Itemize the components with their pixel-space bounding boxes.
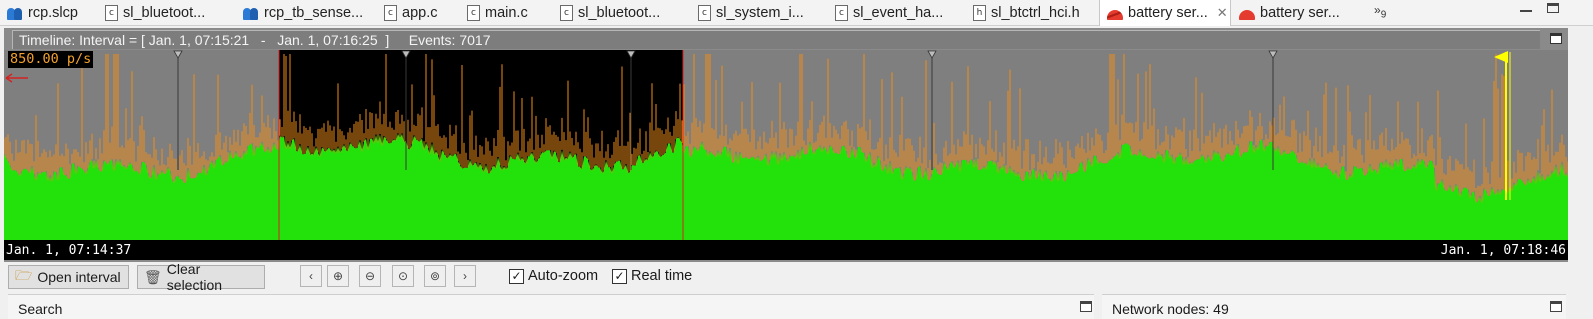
c-file-icon: c bbox=[560, 5, 573, 21]
maximize-icon[interactable] bbox=[1550, 33, 1562, 44]
trash-icon: 🗑 bbox=[144, 268, 162, 285]
open-interval-label: Open interval bbox=[37, 269, 121, 285]
tab-label: main.c bbox=[485, 5, 528, 21]
real-time-label: Real time bbox=[631, 268, 693, 284]
minimize-icon[interactable] bbox=[1520, 2, 1532, 12]
tab-main-c[interactable]: c main.c bbox=[460, 0, 550, 26]
auto-zoom-checkbox[interactable]: ✓ bbox=[509, 268, 524, 284]
rate-scale-label: 850.00 p/s bbox=[8, 51, 94, 68]
tab-label: sl_btctrl_hci.h bbox=[991, 5, 1080, 21]
axis-end-time: Jan. 1, 07:18:46 bbox=[1440, 243, 1566, 258]
folder-icon: 🗁 bbox=[15, 267, 33, 283]
chevron-right-icon: › bbox=[463, 269, 467, 283]
h-file-icon: h bbox=[973, 5, 986, 21]
timeline-plot[interactable] bbox=[4, 50, 1568, 240]
maximize-icon[interactable] bbox=[1547, 3, 1559, 13]
tab-overflow-count: 9 bbox=[1380, 9, 1387, 21]
timeline-toolbar: 🗁 Open interval 🗑 Clear selection ‹ ⊕ ⊖ … bbox=[0, 261, 1593, 293]
c-file-icon: c bbox=[835, 5, 848, 21]
tab-sl-event-handler[interactable]: c sl_event_ha... bbox=[828, 0, 962, 26]
zoom-in-button[interactable]: ⊕ bbox=[327, 265, 349, 287]
chevron-left-icon: ‹ bbox=[309, 269, 313, 283]
timeline-header: Timeline: Interval = [ Jan. 1, 07:15:21 … bbox=[12, 30, 1540, 49]
traffic-rate-graph[interactable] bbox=[4, 50, 1568, 240]
zoom-fit-icon: ⊙ bbox=[397, 269, 409, 283]
zoom-in-icon: ⊕ bbox=[332, 269, 344, 283]
tab-label: battery ser... bbox=[1260, 5, 1340, 21]
project-icon bbox=[243, 6, 259, 20]
maximize-icon[interactable] bbox=[1080, 301, 1092, 312]
tab-label: sl_bluetoot... bbox=[123, 5, 206, 21]
search-panel-title: Search bbox=[18, 301, 63, 317]
clear-selection-label: Clear selection bbox=[166, 261, 223, 293]
network-analyzer-icon bbox=[1107, 10, 1123, 20]
auto-zoom-label: Auto-zoom bbox=[528, 268, 599, 284]
tab-rcp-slcp[interactable]: rcp.slcp bbox=[0, 0, 98, 26]
zoom-out-button[interactable]: ⊖ bbox=[359, 265, 381, 287]
tab-sl-bluetooth-2[interactable]: c sl_bluetoot... bbox=[553, 0, 687, 26]
tab-sl-bluetooth-1[interactable]: c sl_bluetoot... bbox=[98, 0, 230, 26]
c-file-icon: c bbox=[698, 5, 711, 21]
c-file-icon: c bbox=[467, 5, 480, 21]
timeline-interval-text: Timeline: Interval = [ Jan. 1, 07:15:21 … bbox=[19, 32, 491, 48]
tab-label: battery ser... bbox=[1128, 5, 1208, 21]
zoom-selection-button[interactable]: ⊚ bbox=[424, 265, 446, 287]
project-icon bbox=[7, 6, 23, 20]
tab-label: rcp.slcp bbox=[28, 5, 78, 21]
zoom-fit-button[interactable]: ⊙ bbox=[392, 265, 414, 287]
zoom-selection-icon: ⊚ bbox=[429, 269, 441, 283]
maximize-icon[interactable] bbox=[1550, 301, 1562, 312]
tab-sl-btctrl-hci-h[interactable]: h sl_btctrl_hci.h bbox=[966, 0, 1094, 26]
auto-zoom-toggle[interactable]: ✓ Auto-zoom bbox=[509, 268, 598, 284]
network-analyzer-icon bbox=[1239, 10, 1255, 20]
tab-battery-service-active[interactable]: battery ser... ✕ bbox=[1099, 0, 1231, 26]
network-nodes-panel-header: Network nodes: 49 bbox=[1102, 294, 1566, 319]
search-panel-header: Search bbox=[8, 294, 1094, 319]
tab-battery-service[interactable]: battery ser... bbox=[1232, 0, 1364, 26]
open-interval-button[interactable]: 🗁 Open interval bbox=[8, 265, 129, 289]
tab-label: rcp_tb_sense... bbox=[264, 5, 364, 21]
tab-overflow-button[interactable]: »9 bbox=[1374, 3, 1386, 20]
c-file-icon: c bbox=[105, 5, 118, 21]
tab-label: sl_event_ha... bbox=[853, 5, 944, 21]
tab-label: app.c bbox=[402, 5, 438, 21]
tab-app-c[interactable]: c app.c bbox=[377, 0, 457, 26]
zoom-out-icon: ⊖ bbox=[364, 269, 376, 283]
editor-tab-strip: rcp.slcp c sl_bluetoot... rcp_tb_sense..… bbox=[0, 0, 1593, 26]
axis-start-time: Jan. 1, 07:14:37 bbox=[6, 243, 132, 258]
tab-label: sl_bluetoot... bbox=[578, 5, 661, 21]
c-file-icon: c bbox=[384, 5, 397, 21]
real-time-toggle[interactable]: ✓ Real time bbox=[612, 268, 692, 284]
tab-label: sl_system_i... bbox=[716, 5, 804, 21]
clear-selection-button[interactable]: 🗑 Clear selection bbox=[137, 261, 265, 293]
time-axis: Jan. 1, 07:14:37 Jan. 1, 07:18:46 bbox=[4, 240, 1568, 260]
scroll-left-button[interactable]: ‹ bbox=[300, 265, 322, 287]
real-time-checkbox[interactable]: ✓ bbox=[612, 268, 627, 284]
tab-sl-system-init[interactable]: c sl_system_i... bbox=[691, 0, 825, 26]
tab-rcp-tb-sense[interactable]: rcp_tb_sense... bbox=[236, 0, 376, 26]
scroll-right-button[interactable]: › bbox=[454, 265, 476, 287]
network-nodes-title: Network nodes: 49 bbox=[1112, 301, 1229, 317]
close-icon[interactable]: ✕ bbox=[1217, 5, 1228, 21]
